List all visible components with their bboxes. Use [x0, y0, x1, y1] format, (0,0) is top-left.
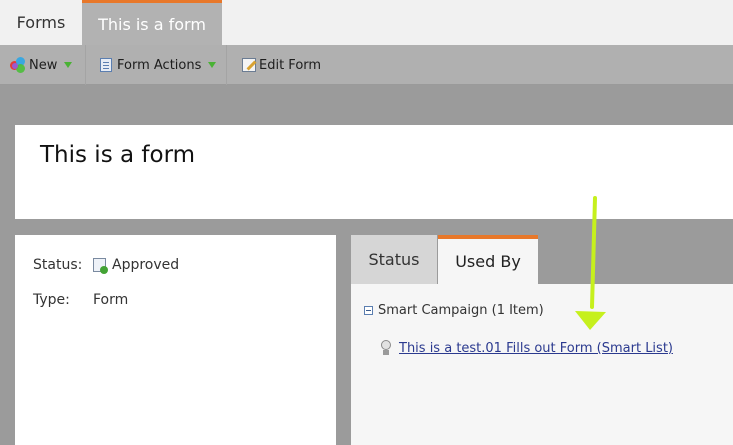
- top-tab-strip: Forms This is a form: [0, 0, 733, 45]
- tab-forms[interactable]: Forms: [0, 0, 82, 45]
- edit-pencil-icon: [242, 58, 256, 72]
- type-key: Type:: [33, 292, 70, 308]
- new-button[interactable]: New: [10, 45, 73, 85]
- multicolor-circles-icon: [10, 57, 26, 73]
- type-value: Form: [93, 292, 129, 308]
- right-tab-strip: Status Used By: [351, 235, 733, 284]
- toolbar-divider: [85, 45, 86, 85]
- tab-status[interactable]: Status: [351, 235, 437, 284]
- toolbar: New Form Actions Edit Form: [0, 45, 733, 85]
- status-key: Status:: [33, 257, 83, 273]
- edit-form-label: Edit Form: [259, 57, 322, 73]
- tree-item: This is a test.01 Fills out Form (Smart …: [379, 340, 673, 356]
- tab-forms-label: Forms: [16, 13, 66, 32]
- title-panel: This is a form: [15, 125, 733, 219]
- lightbulb-icon: [379, 340, 393, 356]
- toolbar-divider: [226, 45, 227, 85]
- type-row: Type: Form: [33, 292, 128, 308]
- page-title: This is a form: [40, 142, 196, 168]
- used-by-panel: Smart Campaign (1 Item) This is a test.0…: [351, 284, 733, 445]
- chevron-down-icon: [208, 62, 217, 68]
- tab-this-is-a-form[interactable]: This is a form: [82, 0, 222, 45]
- details-panel: Status: Approved Type: Form: [15, 235, 336, 445]
- tab-active-label: This is a form: [98, 14, 206, 34]
- status-row: Status: Approved: [33, 257, 180, 274]
- tab-status-label: Status: [368, 250, 420, 269]
- form-document-icon: [100, 58, 112, 72]
- tab-used-by-label: Used By: [455, 252, 521, 271]
- status-value: Approved: [112, 257, 180, 273]
- tree-group-smart-campaign[interactable]: Smart Campaign (1 Item): [364, 303, 544, 318]
- smart-list-link[interactable]: This is a test.01 Fills out Form (Smart …: [399, 341, 673, 356]
- form-actions-label: Form Actions: [117, 57, 202, 73]
- new-button-label: New: [29, 57, 58, 73]
- edit-form-button[interactable]: Edit Form: [242, 45, 321, 85]
- approved-document-icon: [93, 258, 108, 274]
- collapse-minus-icon[interactable]: [364, 306, 373, 315]
- tree-group-label: Smart Campaign (1 Item): [378, 303, 544, 318]
- form-actions-button[interactable]: Form Actions: [100, 45, 217, 85]
- chevron-down-icon: [64, 62, 73, 68]
- tab-used-by[interactable]: Used By: [438, 235, 538, 284]
